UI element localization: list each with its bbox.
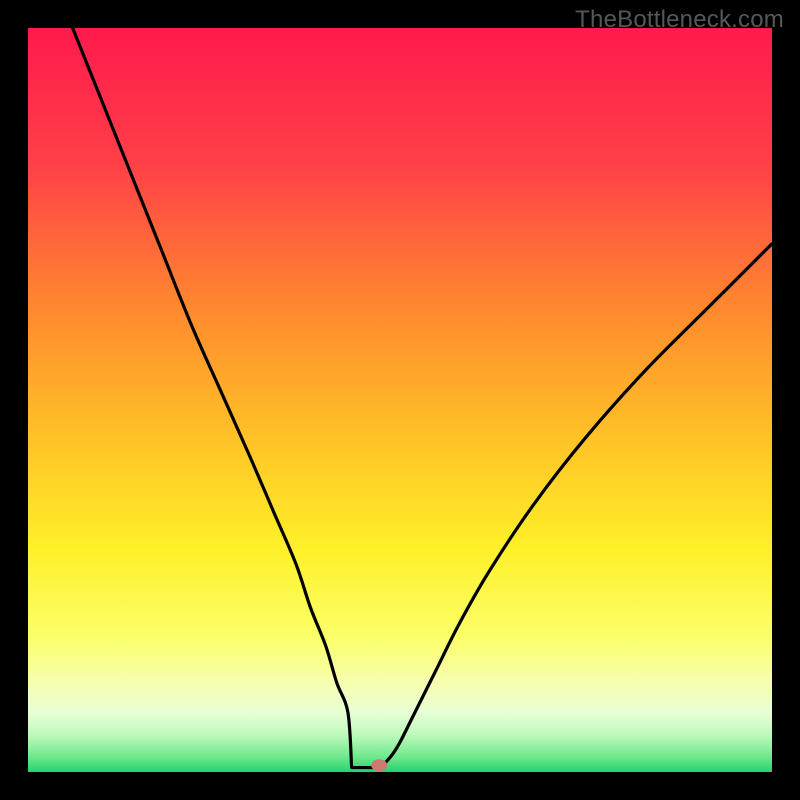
watermark-text: TheBottleneck.com <box>575 6 784 34</box>
plot-area <box>28 28 772 772</box>
gradient-background <box>28 28 772 772</box>
optimal-point-marker <box>371 759 387 771</box>
chart-frame: TheBottleneck.com <box>0 0 800 800</box>
bottleneck-chart <box>28 28 772 772</box>
